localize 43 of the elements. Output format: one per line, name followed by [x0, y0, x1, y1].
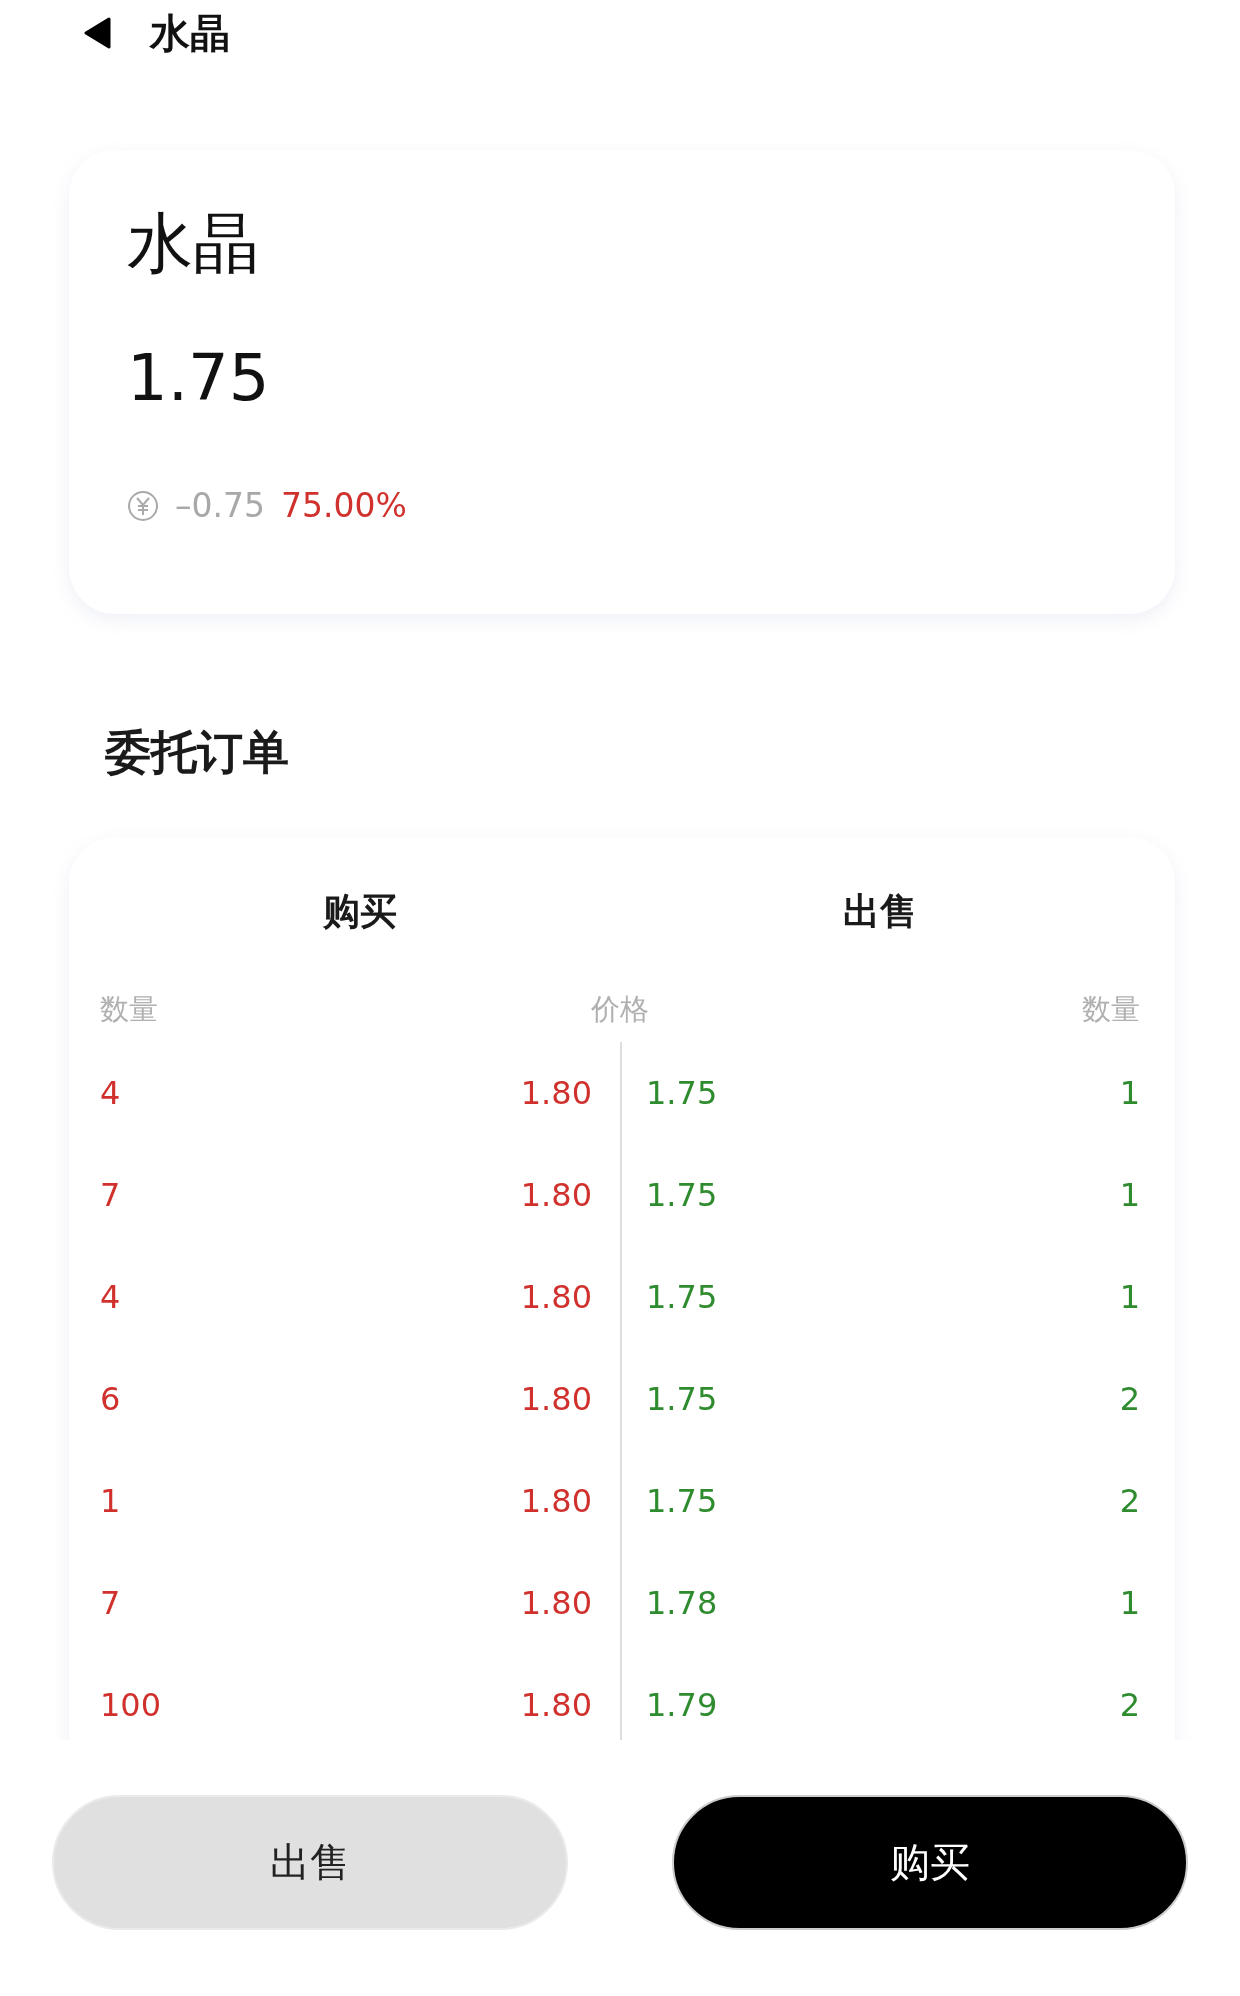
yen-icon	[127, 490, 159, 522]
sell-quantity: 2	[1119, 1481, 1140, 1521]
buy-price: 1.80	[520, 1379, 592, 1419]
section-title: 委托订单	[105, 724, 290, 780]
buy-price: 1.80	[520, 1175, 592, 1215]
column-header: 数量	[100, 991, 158, 1027]
sell-price: 1.79	[646, 1685, 718, 1725]
buy-quantity: 4	[100, 1277, 121, 1317]
buy-price: 1.80	[520, 1583, 592, 1623]
buy-button[interactable]: 购买	[672, 1795, 1188, 1930]
column-header: 价格	[591, 991, 649, 1027]
sell-quantity: 1	[1119, 1175, 1140, 1215]
sell-price: 1.75	[646, 1073, 718, 1113]
buy-quantity: 1	[100, 1481, 121, 1521]
sell-price: 1.75	[646, 1277, 718, 1317]
buy-price: 1.80	[520, 1685, 592, 1725]
sell-button[interactable]: 出售	[52, 1795, 568, 1930]
sell-price: 1.75	[646, 1481, 718, 1521]
sell-price: 1.75	[646, 1379, 718, 1419]
item-price: 1.75	[127, 340, 271, 417]
sell-price: 1.75	[646, 1175, 718, 1215]
sell-quantity: 1	[1119, 1073, 1140, 1113]
buy-quantity: 4	[100, 1073, 121, 1113]
buy-quantity: 7	[100, 1175, 121, 1215]
page-title: 水晶	[150, 9, 230, 57]
buy-quantity: 100	[100, 1685, 162, 1725]
buy-price: 1.80	[520, 1481, 592, 1521]
buy-price: 1.80	[520, 1277, 592, 1317]
sell-quantity: 2	[1119, 1379, 1140, 1419]
change-percent: 75.00%	[281, 486, 407, 526]
sell-quantity: 2	[1119, 1685, 1140, 1725]
price-change: –0.75	[175, 486, 265, 526]
side-heading: 购买	[323, 889, 397, 935]
buy-quantity: 6	[100, 1379, 121, 1419]
buy-quantity: 7	[100, 1583, 121, 1623]
sell-quantity: 1	[1119, 1583, 1140, 1623]
item-name: 水晶	[127, 204, 260, 284]
side-heading: 出售	[843, 889, 917, 935]
back-icon	[83, 17, 111, 49]
sell-quantity: 1	[1119, 1277, 1140, 1317]
column-header: 数量	[1082, 991, 1140, 1027]
sell-price: 1.78	[646, 1583, 718, 1623]
buy-price: 1.80	[520, 1073, 592, 1113]
